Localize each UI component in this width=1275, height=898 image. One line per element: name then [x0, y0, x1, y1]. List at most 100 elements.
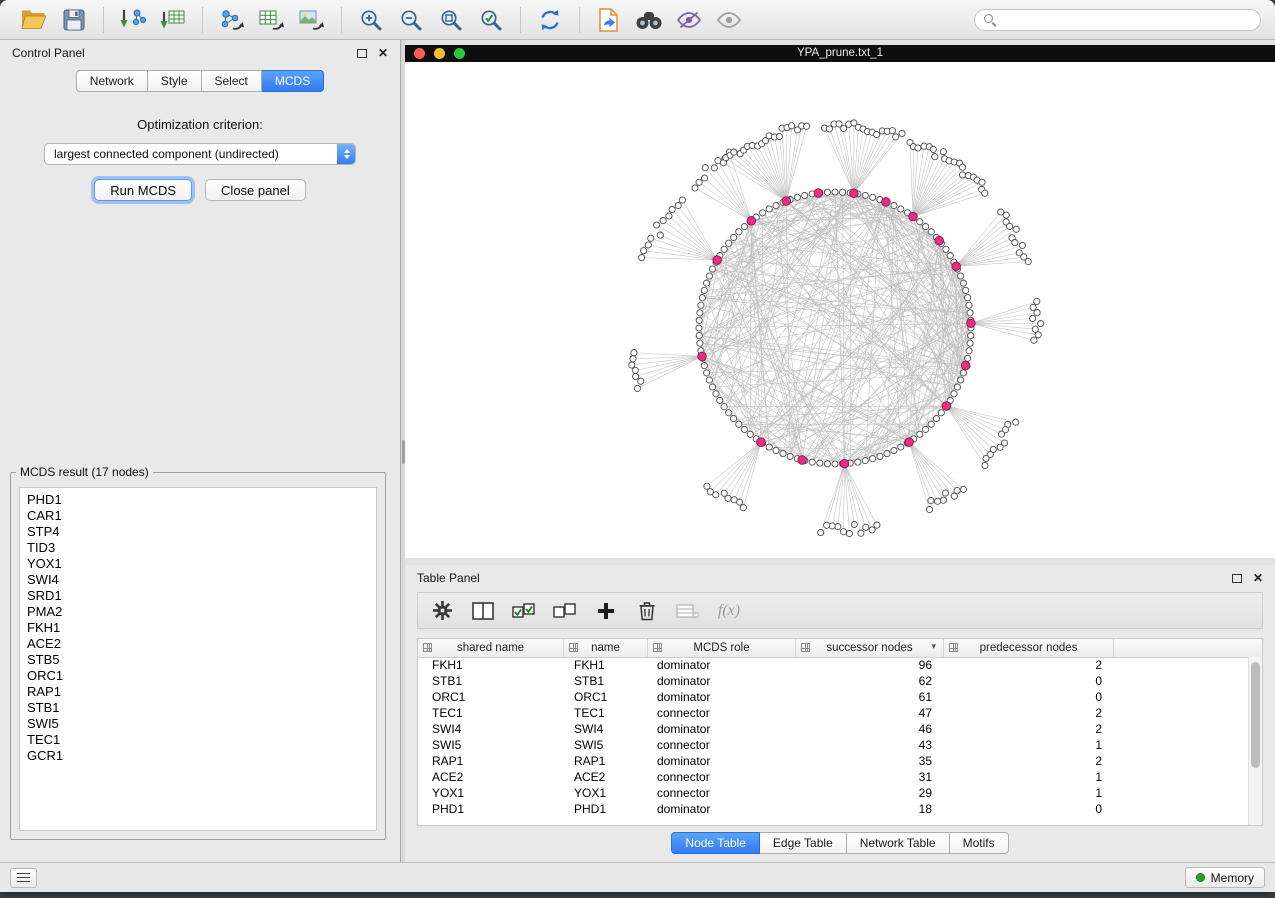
- cell-mcds_role: connector: [648, 770, 796, 784]
- delete-row-button[interactable]: [635, 598, 659, 624]
- window-minimize-icon[interactable]: [434, 48, 445, 59]
- float-panel-icon[interactable]: [357, 49, 367, 58]
- header-filler: [1114, 639, 1262, 657]
- network-canvas[interactable]: [405, 62, 1275, 558]
- mcds-result-item[interactable]: STB5: [27, 652, 369, 668]
- column-header-shared-name[interactable]: shared name: [418, 639, 564, 657]
- find-button[interactable]: [632, 5, 666, 35]
- deselect-all-button[interactable]: [553, 598, 577, 624]
- table-row[interactable]: FKH1FKH1dominator962: [418, 657, 1249, 673]
- table-row[interactable]: STB1STB1dominator620: [418, 673, 1249, 689]
- mcds-result-item[interactable]: STP4: [27, 524, 369, 540]
- mcds-result-item[interactable]: TID3: [27, 540, 369, 556]
- close-panel-icon[interactable]: ✕: [378, 47, 388, 59]
- mcds-result-item[interactable]: ORC1: [27, 668, 369, 684]
- main-toolbar: [0, 0, 1275, 40]
- zoom-selected-button[interactable]: [474, 5, 508, 35]
- mcds-result-item[interactable]: PHD1: [27, 492, 369, 508]
- zoom-in-button[interactable]: [354, 5, 388, 35]
- table-row[interactable]: TEC1TEC1connector472: [418, 705, 1249, 721]
- table-row[interactable]: RAP1RAP1dominator352: [418, 753, 1249, 769]
- share-document-button[interactable]: [592, 5, 626, 35]
- import-network-button[interactable]: [116, 5, 150, 35]
- column-header-predecessor-nodes[interactable]: predecessor nodes: [944, 639, 1114, 657]
- table-row[interactable]: YOX1YOX1connector291: [418, 785, 1249, 801]
- search-input[interactable]: [1002, 12, 1251, 28]
- mcds-result-item[interactable]: TEC1: [27, 732, 369, 748]
- tab-edge-table[interactable]: Edge Table: [760, 832, 847, 854]
- delete-table-icon: [676, 602, 700, 620]
- column-header-successor-nodes[interactable]: successor nodes▾: [796, 639, 944, 657]
- close-panel-icon[interactable]: ✕: [1253, 572, 1263, 584]
- toolbar-separator: [341, 7, 342, 33]
- table-row[interactable]: SWI5SWI5connector431: [418, 737, 1249, 753]
- mcds-result-item[interactable]: GCR1: [27, 748, 369, 764]
- mcds-result-item[interactable]: FKH1: [27, 620, 369, 636]
- save-session-button[interactable]: [57, 5, 91, 35]
- table-settings-button[interactable]: [430, 598, 454, 624]
- tab-style[interactable]: Style: [148, 70, 202, 92]
- show-columns-button[interactable]: [471, 598, 495, 624]
- cell-mcds_role: connector: [648, 706, 796, 720]
- columns-icon: [472, 602, 494, 620]
- cell-shared_name: SWI4: [418, 722, 564, 736]
- mcds-result-item[interactable]: SRD1: [27, 588, 369, 604]
- add-row-button[interactable]: [594, 598, 618, 624]
- mcds-result-item[interactable]: YOX1: [27, 556, 369, 572]
- show-all-button[interactable]: [712, 5, 746, 35]
- export-image-button[interactable]: [295, 5, 329, 35]
- column-header-name[interactable]: name: [564, 639, 648, 657]
- share-document-icon: [598, 8, 620, 32]
- run-mcds-button[interactable]: Run MCDS: [94, 179, 192, 201]
- table-bottom-tabs: Node TableEdge TableNetwork TableMotifs: [405, 832, 1275, 854]
- zoom-out-button[interactable]: [394, 5, 428, 35]
- network-window: YPA_prune.txt_1: [405, 45, 1275, 558]
- cell-successor_nodes: 35: [796, 754, 944, 768]
- column-header-MCDS-role[interactable]: MCDS role: [648, 639, 796, 657]
- criterion-dropdown[interactable]: largest connected component (undirected): [44, 143, 356, 165]
- window-close-icon[interactable]: [414, 48, 425, 59]
- cell-predecessor_nodes: 2: [944, 658, 1114, 672]
- export-table-button[interactable]: [255, 5, 289, 35]
- tab-motifs[interactable]: Motifs: [950, 832, 1009, 854]
- import-table-button[interactable]: [156, 5, 190, 35]
- select-all-button[interactable]: [512, 598, 536, 624]
- search-box[interactable]: [974, 9, 1261, 31]
- cell-name: STB1: [564, 674, 648, 688]
- table-row[interactable]: PHD1PHD1dominator180: [418, 801, 1249, 817]
- mcds-result-item[interactable]: SWI4: [27, 572, 369, 588]
- hide-selected-button[interactable]: [672, 5, 706, 35]
- column-menu-icon[interactable]: ▾: [931, 641, 936, 652]
- close-mcds-panel-button[interactable]: Close panel: [205, 179, 306, 201]
- tab-mcds[interactable]: MCDS: [262, 70, 324, 92]
- scrollbar-thumb[interactable]: [1251, 662, 1260, 768]
- tab-network[interactable]: Network: [76, 70, 148, 92]
- float-panel-icon[interactable]: [1232, 574, 1242, 583]
- network-graph[interactable]: [405, 62, 1275, 558]
- tab-network-table[interactable]: Network Table: [847, 832, 950, 854]
- window-maximize-icon[interactable]: [454, 48, 465, 59]
- mcds-result-item[interactable]: PMA2: [27, 604, 369, 620]
- table-row[interactable]: ORC1ORC1dominator610: [418, 689, 1249, 705]
- mcds-result-title: MCDS result (17 nodes): [16, 465, 153, 479]
- tab-node-table[interactable]: Node Table: [671, 832, 760, 854]
- zoom-fit-button[interactable]: [434, 5, 468, 35]
- network-window-titlebar[interactable]: YPA_prune.txt_1: [405, 45, 1275, 62]
- table-row[interactable]: ACE2ACE2connector311: [418, 769, 1249, 785]
- refresh-layout-button[interactable]: [533, 5, 567, 35]
- mcds-result-list[interactable]: PHD1CAR1STP4TID3YOX1SWI4SRD1PMA2FKH1ACE2…: [19, 487, 377, 831]
- open-file-button[interactable]: [17, 5, 51, 35]
- table-row[interactable]: SWI4SWI4dominator462: [418, 721, 1249, 737]
- cell-shared_name: ACE2: [418, 770, 564, 784]
- export-network-button[interactable]: [215, 5, 249, 35]
- mcds-result-item[interactable]: ACE2: [27, 636, 369, 652]
- mcds-result-item[interactable]: RAP1: [27, 684, 369, 700]
- mcds-result-item[interactable]: SWI5: [27, 716, 369, 732]
- task-history-button[interactable]: [10, 868, 37, 888]
- mcds-result-item[interactable]: STB1: [27, 700, 369, 716]
- tab-select[interactable]: Select: [202, 70, 262, 92]
- memory-button[interactable]: Memory: [1185, 867, 1265, 888]
- column-label: MCDS role: [693, 642, 749, 654]
- mcds-result-item[interactable]: CAR1: [27, 508, 369, 524]
- table-scrollbar[interactable]: [1248, 657, 1262, 825]
